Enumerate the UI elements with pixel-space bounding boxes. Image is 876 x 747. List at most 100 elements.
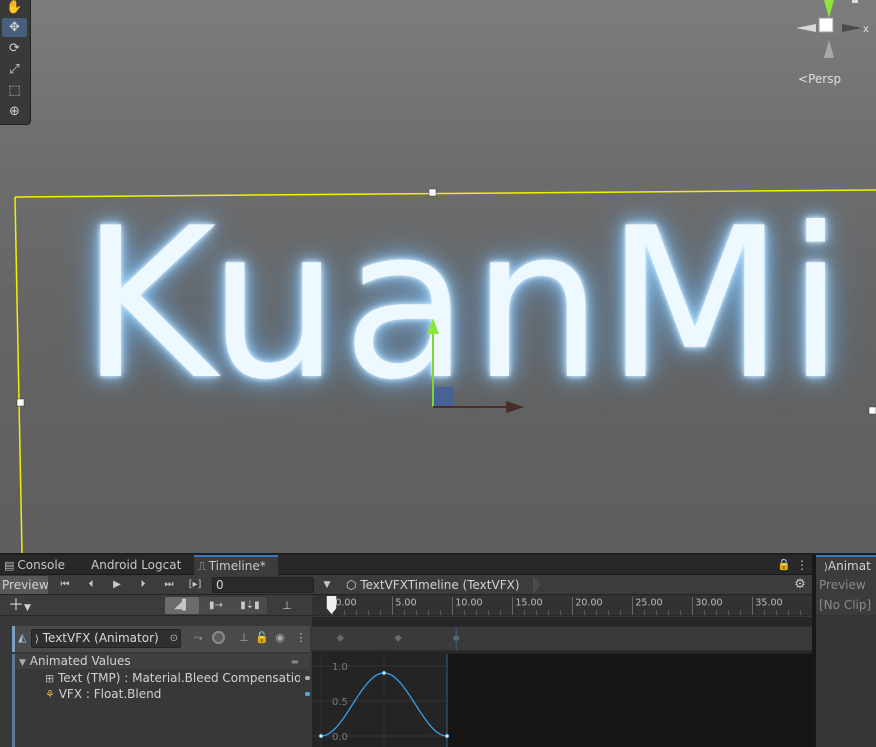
property-dot-icon: [305, 692, 310, 696]
edit-mode-group: ◢▌ ▮→ ▮⇣▮: [165, 597, 267, 614]
pin-icon[interactable]: ⊥: [278, 597, 296, 614]
timeline-asset-breadcrumb[interactable]: ⬡ TextVFXTimeline (TextVFX): [346, 576, 530, 594]
play-range-icon[interactable]: [▸]: [184, 576, 206, 594]
animated-values-header[interactable]: ▼ Animated Values ▬: [15, 654, 310, 669]
curves-toggle-icon[interactable]: ⤳: [191, 631, 205, 645]
gear-icon[interactable]: ⚙: [791, 576, 809, 594]
goto-start-icon[interactable]: ⏮: [54, 576, 76, 594]
transform-icon[interactable]: ⊕: [2, 102, 27, 121]
curve-key-point: [444, 733, 450, 739]
tab-animation-label: Animat: [827, 559, 871, 573]
frame-format-dropdown-icon[interactable]: ▼: [318, 576, 336, 594]
tab-timeline-label: Timeline*: [208, 559, 266, 573]
move-icon[interactable]: ✥: [2, 18, 27, 37]
clips-area[interactable]: 1.0 0.5 0.0: [312, 617, 812, 747]
console-icon: ▤: [4, 559, 15, 572]
keyframe-diamond: [336, 634, 344, 642]
persp-label: Persp: [808, 72, 842, 86]
prev-frame-icon[interactable]: ⏴: [80, 576, 102, 594]
scale-icon[interactable]: ⤢: [2, 60, 27, 79]
tab-timeline[interactable]: ⎍ Timeline*: [194, 555, 278, 575]
tool-palette: ✋ ✥ ⟳ ⤢ ⬚ ⊕: [0, 0, 31, 125]
chevron-down-icon: ▼: [24, 603, 31, 613]
ruler-tick-label: 20.00: [575, 597, 602, 608]
curve-y-label: 0.5: [332, 697, 348, 708]
tab-console-label: Console: [17, 558, 66, 572]
group-dot-icon: ▬: [291, 657, 299, 666]
property-label: VFX : Float.Blend: [58, 687, 162, 701]
tab-logcat-label: Android Logcat: [91, 558, 182, 572]
object-picker-icon[interactable]: ⊙: [170, 630, 178, 647]
scene-view[interactable]: KuanMi ✋ ✥ ⟳ ⤢ ⬚ ⊕ x <Persp: [0, 0, 876, 553]
gizmo-x-label: x: [863, 24, 869, 35]
animation-property-panel: [816, 595, 876, 747]
ruler-tick-label: 0.00: [335, 597, 356, 608]
rotate-icon[interactable]: ⟳: [2, 39, 27, 58]
track-header-toolbar: ＋▼ ◢▌ ▮→ ▮⇣▮ ⊥: [0, 595, 312, 616]
timeline-icon: ⎍: [198, 560, 206, 573]
persp-back-icon: <: [798, 72, 809, 86]
animator-track[interactable]: ◭ ⟩ TextVFX (Animator) ⊙ ⤳ ⊥ 🔓 ◉ ⋮: [12, 626, 310, 652]
track-binding-field[interactable]: ⟩ TextVFX (Animator) ⊙: [31, 629, 181, 648]
keyframe-diamonds: [336, 627, 460, 650]
replace-mode-icon[interactable]: ▮⇣▮: [233, 597, 267, 614]
playhead-icon[interactable]: [326, 595, 337, 615]
move-handle[interactable]: [418, 312, 538, 417]
cube-icon: ⬡: [346, 578, 357, 592]
add-track-button[interactable]: ＋▼: [8, 597, 44, 614]
breadcrumb-arrow-icon: [533, 576, 541, 594]
curve-editor[interactable]: 1.0 0.5 0.0: [312, 654, 812, 747]
curve-key-point: [318, 733, 324, 739]
tab-animation[interactable]: ⟩Animat: [816, 555, 876, 575]
ruler-tick-label: 30.00: [695, 597, 722, 608]
ruler-tick-label: 25.00: [635, 597, 662, 608]
animator-icon: ⟩: [35, 634, 39, 645]
more-options-icon[interactable]: ⋮: [796, 555, 808, 575]
next-frame-icon[interactable]: ⏵: [132, 576, 154, 594]
animated-values-panel: ▼ Animated Values ▬ ⊞ Text (TMP) : Mater…: [12, 654, 310, 747]
animated-values-label: Animated Values: [29, 654, 131, 668]
track-lock-icon[interactable]: 🔓: [255, 631, 269, 645]
property-dot-icon: [305, 676, 310, 680]
time-ruler[interactable]: 0.00 5.00 10.00 15.00 20.00 25.00 30.00 35.00: [312, 595, 812, 616]
timeline-asset-name: TextVFXTimeline (TextVFX): [360, 578, 520, 592]
property-label: Text (TMP) : Material.Bleed Compensation: [58, 671, 300, 685]
track-more-icon[interactable]: ⋮: [294, 631, 308, 645]
ripple-mode-icon[interactable]: ▮→: [199, 597, 233, 614]
ruler-tick-label: 15.00: [515, 597, 542, 608]
hand-icon[interactable]: ✋: [2, 0, 27, 17]
animator-track-icon: ◭: [18, 631, 27, 644]
curve-key-point: [381, 670, 387, 676]
keyframe-diamond: [394, 634, 402, 642]
curve-y-label: 1.0: [332, 662, 348, 673]
property-row[interactable]: ⚘ VFX : Float.Blend: [45, 686, 300, 702]
ruler-ticks: 0.00 5.00 10.00 15.00 20.00 25.00 30.00 35.00: [332, 596, 801, 615]
tab-console[interactable]: ▤ Console: [4, 555, 65, 575]
tab-bar: ▤ Console Android Logcat ⎍ Timeline* 🔒 ⋮: [0, 555, 815, 575]
lock-icon[interactable]: 🔒: [777, 555, 791, 575]
mix-mode-icon[interactable]: ◢▌: [165, 597, 199, 614]
track-pin-icon[interactable]: ⊥: [237, 631, 251, 645]
goto-end-icon[interactable]: ⏭: [158, 576, 180, 594]
frame-field[interactable]: 0: [212, 577, 314, 593]
preview-button[interactable]: Preview: [0, 576, 49, 594]
animation-window: ⟩Animat Preview [No Clip]: [816, 555, 876, 747]
clip-selector[interactable]: [No Clip]: [816, 595, 876, 615]
rect-icon[interactable]: ⬚: [2, 81, 27, 100]
visibility-icon[interactable]: ◉: [273, 631, 287, 645]
animation-preview-button[interactable]: Preview: [816, 575, 876, 595]
property-row[interactable]: ⊞ Text (TMP) : Material.Bleed Compensati…: [45, 670, 300, 686]
persp-toggle[interactable]: <Persp: [798, 72, 841, 86]
ruler-tick-label: 35.00: [755, 597, 782, 608]
tab-android-logcat[interactable]: Android Logcat: [91, 555, 181, 575]
ruler-tick-label: 5.00: [395, 597, 416, 608]
ruler-tick-label: 10.00: [455, 597, 482, 608]
play-icon[interactable]: ▶: [106, 576, 128, 594]
textmeshpro-icon: ⊞: [45, 672, 55, 685]
record-button[interactable]: [212, 631, 225, 644]
infinite-clip-track[interactable]: [312, 626, 812, 651]
timeline-toolbar: Preview ⏮ ⏴ ▶ ⏵ ⏭ [▸] 0 ▼ ⬡ TextVFXTimel…: [0, 575, 815, 595]
timeline-window: ▤ Console Android Logcat ⎍ Timeline* 🔒 ⋮ P…: [0, 555, 815, 747]
curve-y-label: 0.0: [332, 732, 348, 743]
chevron-down-icon[interactable]: ▼: [19, 658, 26, 668]
